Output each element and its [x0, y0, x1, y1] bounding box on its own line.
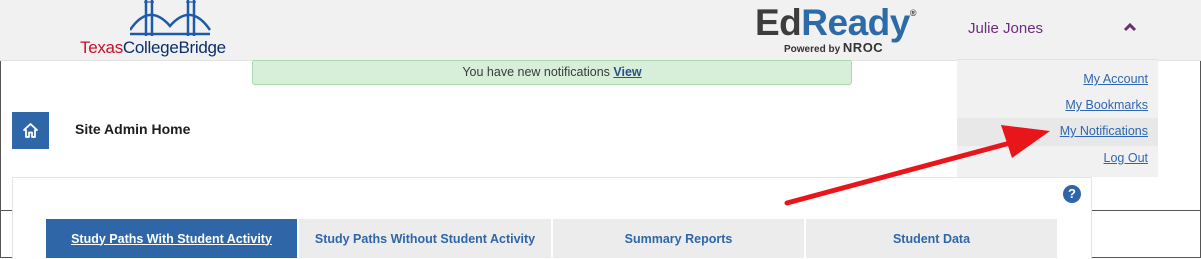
annotation-arrow	[784, 125, 1050, 206]
